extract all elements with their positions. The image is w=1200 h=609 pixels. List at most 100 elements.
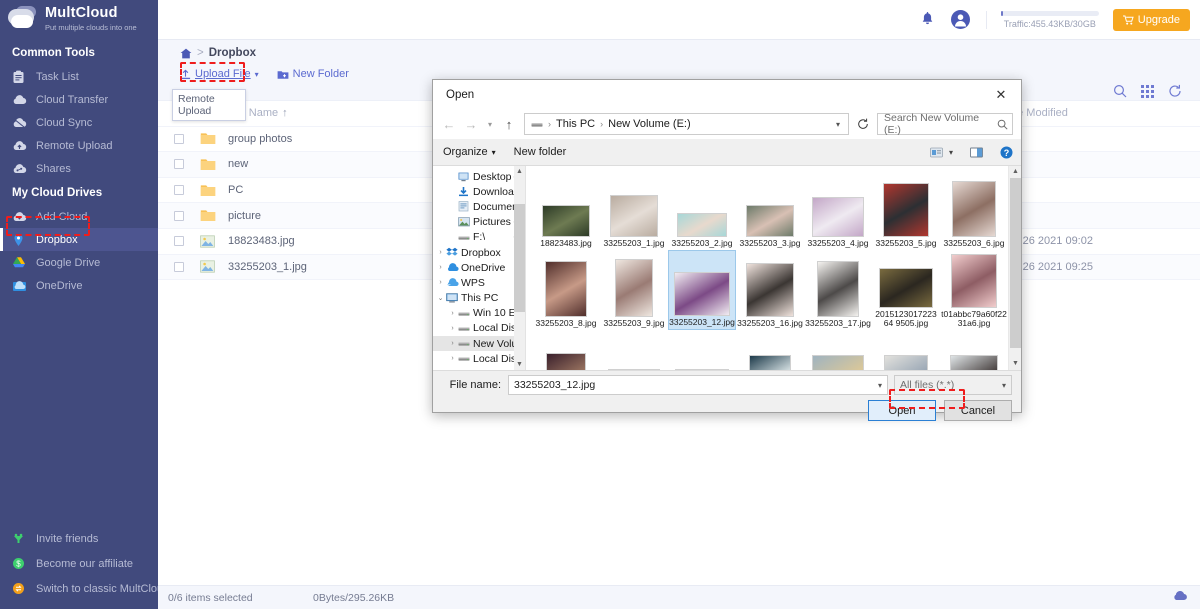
scroll-down-arrow-icon[interactable]: ▼ <box>1009 358 1021 370</box>
sidebar-item-dropbox[interactable]: Dropbox <box>0 228 158 251</box>
file-thumbnail-item[interactable]: 33255203_8.jpg <box>532 250 600 330</box>
remote-upload-menu-item[interactable]: Remote Upload <box>172 89 246 121</box>
row-checkbox[interactable] <box>158 236 200 247</box>
file-area-scrollbar[interactable]: ▲ ▼ <box>1008 166 1021 370</box>
file-thumbnail-item[interactable]: t01abbc79a60f2231a6.jpg <box>940 250 1008 330</box>
file-thumbnail-item[interactable]: 18823483.jpg <box>532 170 600 250</box>
row-checkbox[interactable] <box>158 159 200 170</box>
close-icon[interactable]: ✕ <box>981 80 1021 109</box>
file-thumbnail-item[interactable]: 33255203_12.jpg <box>668 250 736 330</box>
sidebar-item-cloud-sync[interactable]: Cloud Sync <box>0 111 158 134</box>
chevron-down-icon[interactable]: ▾ <box>832 120 844 129</box>
row-checkbox[interactable] <box>158 261 200 272</box>
chevron-down-icon[interactable]: ▾ <box>949 148 953 157</box>
organize-button[interactable]: Organize ▾ <box>443 146 496 158</box>
file-thumbnail-item[interactable]: 33255203_4.jpg <box>804 170 872 250</box>
row-checkbox[interactable] <box>158 210 200 221</box>
chevron-right-icon[interactable]: › <box>435 279 446 286</box>
file-thumbnail-item[interactable] <box>872 330 940 370</box>
scroll-down-arrow-icon[interactable]: ▼ <box>514 359 525 370</box>
view-layout-icon[interactable] <box>930 147 943 158</box>
file-thumbnail-item[interactable] <box>804 330 872 370</box>
sidebar-item-shares[interactable]: Shares <box>0 157 158 180</box>
sidebar-item-add-cloud[interactable]: Add Cloud <box>0 205 158 228</box>
sidebar-item-switch-classic[interactable]: Switch to classic MultCloud <box>0 576 169 601</box>
file-thumbnail-item[interactable]: 33255203_2.jpg <box>668 170 736 250</box>
tree-item-desktop[interactable]: Desktop✔ <box>433 169 525 184</box>
open-button[interactable]: Open <box>868 400 936 421</box>
chevron-down-icon[interactable]: ▾ <box>1000 381 1008 390</box>
tree-item-downloads[interactable]: Downloads✔ <box>433 184 525 199</box>
file-thumbnail-item[interactable]: 33255203_3.jpg <box>736 170 804 250</box>
tree-item-local-disk-g[interactable]: ›Local Disk (G:) <box>433 351 525 366</box>
sidebar-item-google-drive[interactable]: Google Drive <box>0 251 158 274</box>
row-checkbox[interactable] <box>158 133 200 144</box>
file-thumbnail-item[interactable]: 33255203_6.jpg <box>940 170 1008 250</box>
file-thumbnail-item[interactable]: 33255203_9.jpg <box>600 250 668 330</box>
preview-pane-icon[interactable] <box>970 147 983 158</box>
chevron-right-icon[interactable]: › <box>447 340 458 347</box>
sidebar-item-task-list[interactable]: Task List <box>0 65 158 88</box>
chevron-right-icon[interactable]: › <box>447 355 458 362</box>
file-thumbnail-item[interactable]: 33255203_1.jpg <box>600 170 668 250</box>
file-type-filter-select[interactable]: All files (*.*) ▾ <box>894 375 1012 395</box>
cancel-button[interactable]: Cancel <box>944 400 1012 421</box>
row-checkbox[interactable] <box>158 185 200 196</box>
help-icon[interactable]: ? <box>1000 146 1013 159</box>
new-folder-button[interactable]: New Folder <box>277 68 349 80</box>
scrollbar-thumb[interactable] <box>1010 178 1021 348</box>
file-thumbnail-item[interactable] <box>736 330 804 370</box>
grid-view-icon[interactable] <box>1141 84 1154 98</box>
file-thumbnail-item[interactable] <box>940 330 1008 370</box>
address-bar[interactable]: › This PC › New Volume (E:) ▾ <box>524 113 849 135</box>
tree-item-pictures[interactable]: Pictures✔ <box>433 215 525 230</box>
tree-item-new-volume-e[interactable]: ›New Volume (E:) <box>433 336 525 352</box>
scroll-up-arrow-icon[interactable]: ▲ <box>514 166 525 177</box>
address-crumb-this-pc[interactable]: This PC <box>556 118 595 130</box>
chevron-down-icon[interactable]: ⌄ <box>435 294 446 302</box>
scrollbar-thumb[interactable] <box>514 204 525 312</box>
chevron-right-icon[interactable]: › <box>447 325 458 332</box>
tree-item-win-10-ent-x64[interactable]: ›Win 10 Ent x64 ( <box>433 306 525 321</box>
search-input[interactable]: Search New Volume (E:) <box>877 112 1013 136</box>
refresh-icon[interactable] <box>851 113 875 135</box>
arrow-right-icon[interactable]: → <box>461 113 481 135</box>
address-crumb-new-volume[interactable]: New Volume (E:) <box>608 118 691 130</box>
new-folder-button[interactable]: New folder <box>514 146 567 158</box>
notification-bell-icon[interactable] <box>920 11 935 28</box>
tree-item-f[interactable]: F:\✔ <box>433 230 525 245</box>
scroll-up-arrow-icon[interactable]: ▲ <box>1009 166 1021 178</box>
file-thumbnail-item[interactable] <box>532 330 600 370</box>
tree-item-dropbox[interactable]: › Dropbox <box>433 245 525 260</box>
sidebar-item-cloud-transfer[interactable]: Cloud Transfer <box>0 88 158 111</box>
user-avatar-icon[interactable] <box>950 10 970 29</box>
refresh-icon[interactable] <box>1168 84 1182 98</box>
file-thumbnail-item[interactable]: 33255203_17.jpg <box>804 250 872 330</box>
column-header-date-modified[interactable]: Date Modified <box>1000 107 1200 119</box>
navigation-pane-scrollbar[interactable]: ▲ ▼ <box>514 166 525 370</box>
file-name-input[interactable]: 33255203_12.jpg ▾ <box>508 375 888 395</box>
file-thumbnail-item[interactable]: 201512301722364 9505.jpg <box>872 250 940 330</box>
upgrade-button[interactable]: Upgrade <box>1112 8 1190 31</box>
tree-item-local-disk-d[interactable]: ›Local Disk (D:) <box>433 321 525 336</box>
arrow-left-icon[interactable]: ← <box>439 113 459 135</box>
file-thumbnail-item[interactable] <box>600 330 668 370</box>
file-thumbnail-item[interactable] <box>668 330 736 370</box>
arrow-up-icon[interactable]: ↑ <box>499 113 519 135</box>
sidebar-item-become-affiliate[interactable]: $ Become our affiliate <box>0 551 158 576</box>
home-icon[interactable] <box>180 48 192 59</box>
file-thumbnail-item[interactable]: 33255203_5.jpg <box>872 170 940 250</box>
sidebar-item-remote-upload[interactable]: Remote Upload <box>0 134 158 157</box>
chevron-right-icon[interactable]: › <box>435 264 446 271</box>
tree-item-onedrive[interactable]: › OneDrive <box>433 260 525 275</box>
tree-item-documents[interactable]: Documents✔ <box>433 199 525 214</box>
sidebar-item-onedrive[interactable]: OneDrive <box>0 274 158 297</box>
tree-item-this-pc[interactable]: ⌄ This PC <box>433 291 525 306</box>
chevron-right-icon[interactable]: › <box>447 310 458 317</box>
search-icon[interactable] <box>1113 84 1127 98</box>
sidebar-item-invite-friends[interactable]: Invite friends <box>0 526 158 551</box>
upload-file-button[interactable]: Upload File ▾ <box>180 68 259 80</box>
chevron-down-icon[interactable]: ▾ <box>876 381 884 390</box>
tree-item-wps[interactable]: › WPS <box>433 275 525 290</box>
recent-locations-chevron-down-icon[interactable]: ▾ <box>483 113 497 135</box>
